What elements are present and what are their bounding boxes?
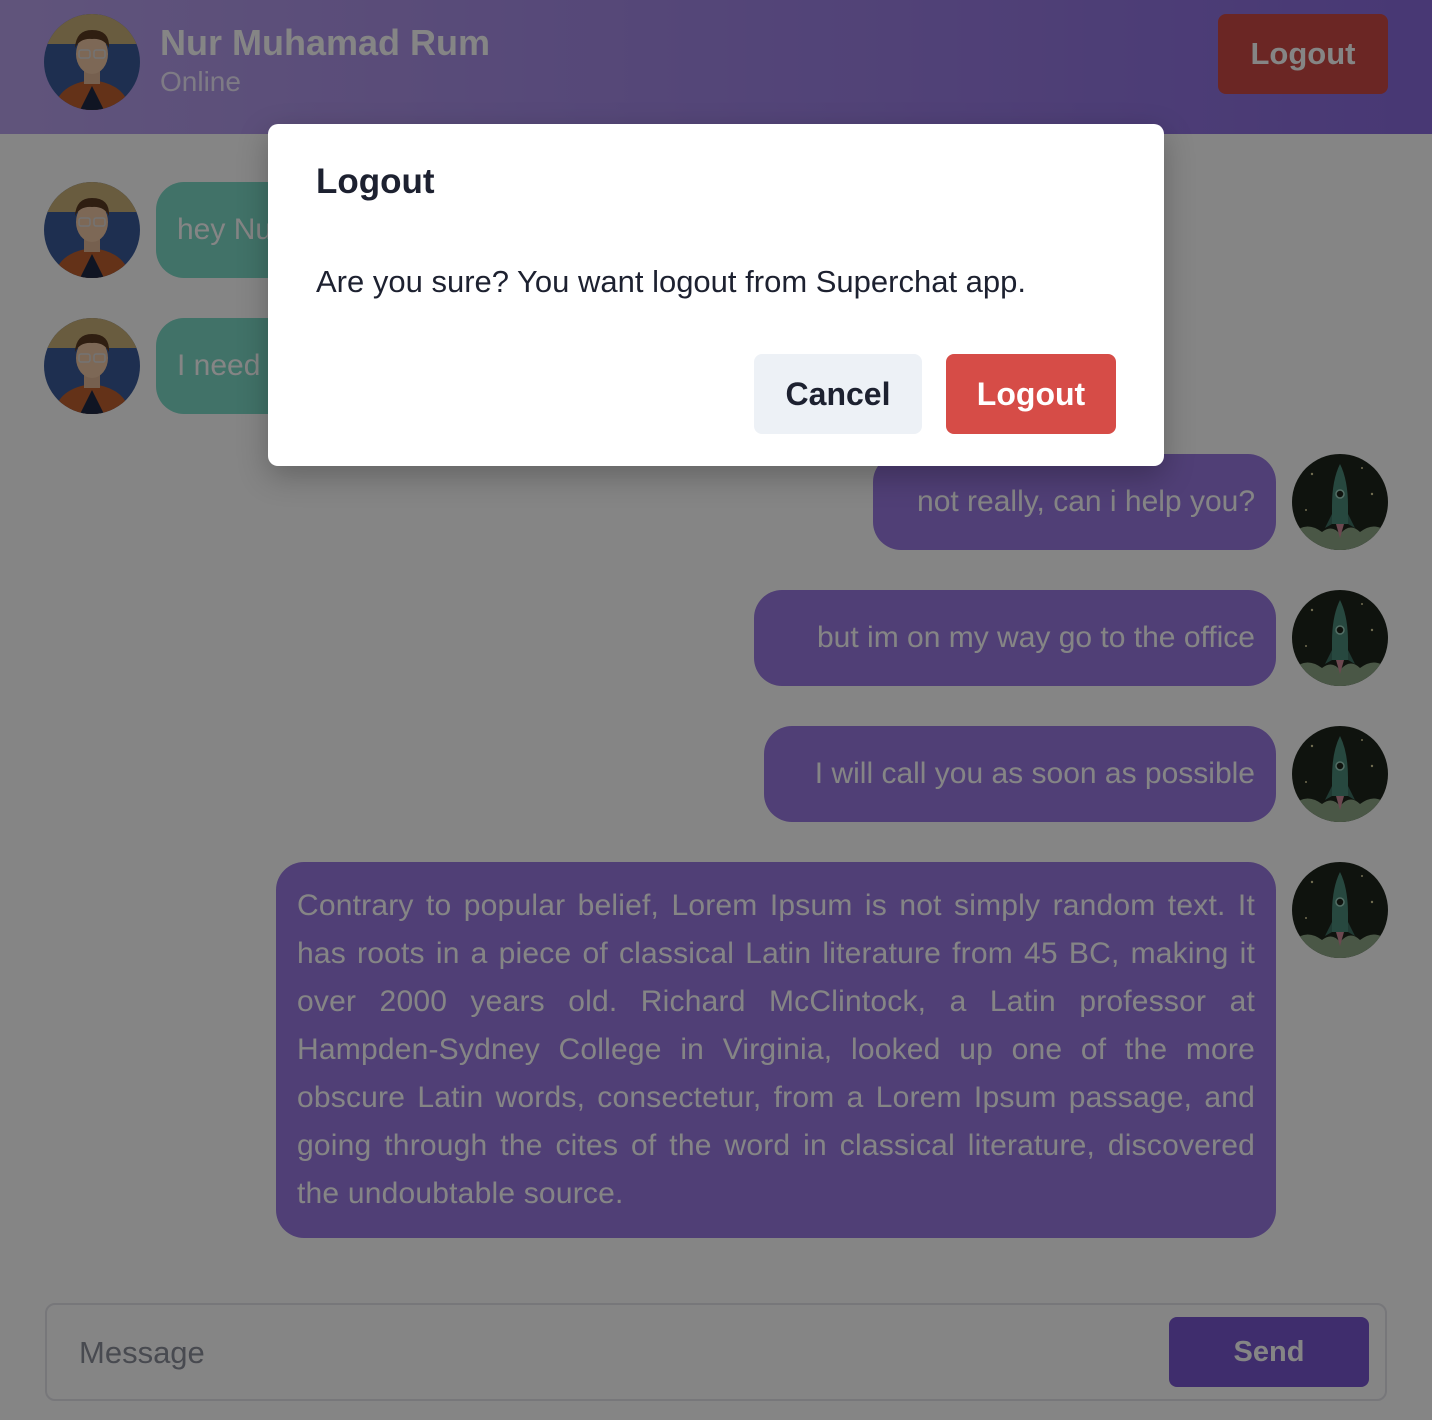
cancel-button[interactable]: Cancel (754, 354, 922, 434)
dialog-title: Logout (316, 162, 435, 201)
logout-dialog: Logout Are you sure? You want logout fro… (268, 124, 1164, 466)
confirm-logout-button[interactable]: Logout (946, 354, 1116, 434)
dialog-message: Are you sure? You want logout from Super… (316, 264, 1027, 299)
chat-app: Nur Muhamad Rum Online Logout hey Nu I n… (0, 0, 1432, 1420)
